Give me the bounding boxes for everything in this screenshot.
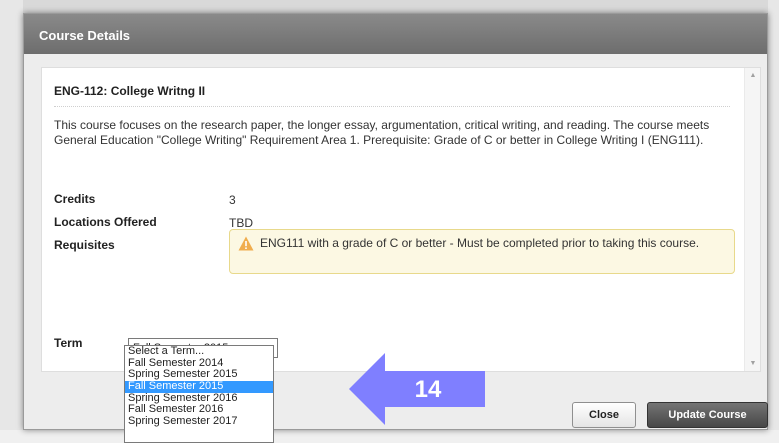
requisite-text: ENG111 with a grade of C or better - Mus… <box>260 236 700 250</box>
course-title: ENG-112: College Writng II <box>54 84 730 107</box>
locations-value: TBD <box>229 216 253 230</box>
scroll-down-icon[interactable]: ▼ <box>745 360 761 367</box>
background-right <box>768 0 779 443</box>
dialog-content: ▲ ▼ ENG-112: College Writng II This cour… <box>41 67 761 372</box>
requisite-warning-box: ENG111 with a grade of C or better - Mus… <box>229 229 735 274</box>
dialog-titlebar: Course Details <box>24 14 767 54</box>
locations-label: Locations Offered <box>54 215 157 229</box>
credits-value: 3 <box>229 193 236 207</box>
background-bottom <box>0 430 779 443</box>
dialog-title: Course Details <box>39 28 131 43</box>
term-option[interactable]: Select a Term... <box>125 345 273 358</box>
course-description: This course focuses on the research pape… <box>54 118 710 147</box>
term-dropdown-list: Select a Term... Fall Semester 2014 Spri… <box>124 345 274 443</box>
step-number-label: 14 <box>414 376 442 403</box>
background-left <box>0 0 23 443</box>
credits-label: Credits <box>54 192 96 206</box>
requisites-label: Requisites <box>54 238 115 252</box>
term-option-selected[interactable]: Fall Semester 2015 <box>125 380 273 393</box>
scroll-up-icon[interactable]: ▲ <box>745 72 761 79</box>
update-course-button[interactable]: Update Course <box>647 402 768 428</box>
close-button[interactable]: Close <box>572 402 636 428</box>
term-label: Term <box>54 336 83 350</box>
term-option[interactable]: Spring Semester 2017 <box>125 416 273 428</box>
warning-icon <box>238 236 254 251</box>
content-scrollbar[interactable]: ▲ ▼ <box>744 68 760 371</box>
